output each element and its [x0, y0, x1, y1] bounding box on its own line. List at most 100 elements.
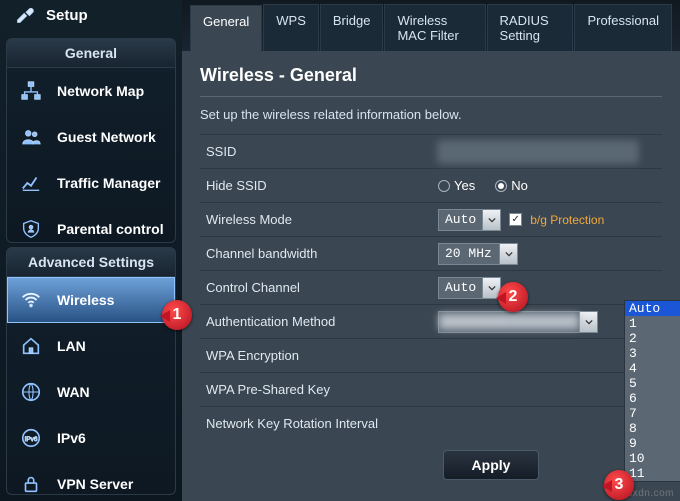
row-ssid: SSID — [200, 134, 662, 168]
tab-bar: General WPS Bridge Wireless MAC Filter R… — [182, 0, 680, 51]
bg-protection-label: b/g Protection — [530, 213, 604, 227]
chart-icon — [17, 170, 45, 196]
label-hide-ssid: Hide SSID — [206, 178, 438, 193]
dropdown-option[interactable]: 11 — [625, 466, 680, 481]
row-channel-bandwidth: Channel bandwidth 20 MHz — [200, 236, 662, 270]
ssid-input[interactable] — [438, 141, 638, 163]
authentication-method-select[interactable]: ········ — [438, 311, 598, 333]
sidebar-item-parental-control[interactable]: Parental control — [7, 206, 175, 243]
lock-icon — [17, 471, 45, 495]
row-network-key-rotation: Network Key Rotation Interval — [200, 406, 662, 440]
shield-icon — [17, 216, 45, 242]
label-network-key-rotation: Network Key Rotation Interval — [206, 416, 438, 431]
dropdown-option[interactable]: 3 — [625, 346, 680, 361]
sidebar-item-ipv6[interactable]: IPv6 IPv6 — [7, 415, 175, 461]
tab-wireless-mac-filter[interactable]: Wireless MAC Filter — [384, 4, 485, 51]
sidebar-item-wireless[interactable]: Wireless — [7, 277, 175, 323]
hide-ssid-no-radio[interactable]: No — [495, 178, 528, 193]
page-description: Set up the wireless related information … — [200, 107, 662, 122]
globe-icon — [17, 379, 45, 405]
label-channel-bandwidth: Channel bandwidth — [206, 246, 438, 261]
sidebar-item-wan[interactable]: WAN — [7, 369, 175, 415]
dropdown-option[interactable]: 7 — [625, 406, 680, 421]
label-ssid: SSID — [206, 144, 438, 159]
dropdown-option[interactable]: 10 — [625, 451, 680, 466]
wireless-mode-select[interactable]: Auto — [438, 209, 501, 231]
settings-panel: Wireless - General Set up the wireless r… — [182, 51, 680, 494]
annotation-marker-1: 1 — [162, 300, 192, 330]
dropdown-option[interactable]: 6 — [625, 391, 680, 406]
sidebar-item-label: Wireless — [57, 292, 114, 308]
hide-ssid-yes-radio[interactable]: Yes — [438, 178, 475, 193]
sidebar-item-network-map[interactable]: Network Map — [7, 68, 175, 114]
dropdown-option[interactable]: 5 — [625, 376, 680, 391]
svg-text:IPv6: IPv6 — [25, 435, 38, 442]
dropdown-option[interactable]: 9 — [625, 436, 680, 451]
sidebar-head-general: General — [7, 39, 175, 68]
sidebar-item-label: WAN — [57, 384, 90, 400]
tab-radius-setting[interactable]: RADIUS Setting — [487, 4, 574, 51]
label-authentication-method: Authentication Method — [206, 314, 438, 329]
radio-label: No — [511, 178, 528, 193]
sidebar-item-vpn-server[interactable]: VPN Server — [7, 461, 175, 495]
row-authentication-method: Authentication Method ········ — [200, 304, 662, 338]
select-value: Auto — [439, 280, 482, 295]
dropdown-option[interactable]: 4 — [625, 361, 680, 376]
main-panel: General WPS Bridge Wireless MAC Filter R… — [182, 0, 680, 501]
sidebar-setup-label: Setup — [46, 7, 88, 24]
radio-label: Yes — [454, 178, 475, 193]
dropdown-option[interactable]: 2 — [625, 331, 680, 346]
row-wireless-mode: Wireless Mode Auto ✓ b/g Protection — [200, 202, 662, 236]
sidebar-setup[interactable]: Setup — [6, 0, 176, 34]
apply-button[interactable]: Apply — [443, 450, 540, 480]
label-control-channel: Control Channel — [206, 280, 438, 295]
dropdown-option[interactable]: 8 — [625, 421, 680, 436]
dropdown-option[interactable]: 1 — [625, 316, 680, 331]
apply-row: Apply — [200, 440, 662, 480]
sidebar-item-lan[interactable]: LAN — [7, 323, 175, 369]
sidebar-section-general: General Network Map Guest Network Traffi… — [6, 38, 176, 243]
sidebar-item-label: IPv6 — [57, 430, 86, 446]
channel-bandwidth-select[interactable]: 20 MHz — [438, 243, 518, 265]
row-wpa-psk: WPA Pre-Shared Key — [200, 372, 662, 406]
annotation-marker-2: 2 — [498, 282, 528, 312]
label-wpa-encryption: WPA Encryption — [206, 348, 438, 363]
row-control-channel: Control Channel Auto — [200, 270, 662, 304]
sidebar-item-label: LAN — [57, 338, 86, 354]
select-value: 20 MHz — [439, 246, 499, 261]
control-channel-dropdown[interactable]: Auto 1 2 3 4 5 6 7 8 9 10 11 — [624, 300, 680, 482]
wifi-icon — [17, 287, 45, 313]
wrench-icon — [14, 4, 36, 26]
annotation-marker-3: 3 — [604, 470, 634, 500]
sidebar-section-advanced: Advanced Settings Wireless LAN WAN IPv6 … — [6, 247, 176, 495]
select-value: ········ — [439, 314, 579, 329]
chevron-down-icon — [482, 210, 500, 230]
sidebar-item-label: Guest Network — [57, 129, 156, 145]
sidebar-item-label: VPN Server — [57, 476, 133, 492]
row-wpa-encryption: WPA Encryption — [200, 338, 662, 372]
sitemap-icon — [17, 78, 45, 104]
bg-protection-checkbox[interactable]: ✓ — [509, 213, 522, 226]
row-hide-ssid: Hide SSID Yes No — [200, 168, 662, 202]
label-wpa-psk: WPA Pre-Shared Key — [206, 382, 438, 397]
chevron-down-icon — [579, 312, 597, 332]
sidebar-item-guest-network[interactable]: Guest Network — [7, 114, 175, 160]
select-value: Auto — [439, 212, 482, 227]
sidebar-item-label: Network Map — [57, 83, 144, 99]
sidebar-head-advanced: Advanced Settings — [7, 248, 175, 277]
tab-professional[interactable]: Professional — [574, 4, 672, 51]
sidebar-item-label: Traffic Manager — [57, 175, 160, 191]
chevron-down-icon — [499, 244, 517, 264]
label-wireless-mode: Wireless Mode — [206, 212, 438, 227]
ipv6-icon: IPv6 — [17, 425, 45, 451]
users-icon — [17, 124, 45, 150]
sidebar: Setup General Network Map Guest Network … — [0, 0, 182, 501]
home-icon — [17, 333, 45, 359]
tab-wps[interactable]: WPS — [263, 4, 319, 51]
sidebar-item-label: Parental control — [57, 221, 164, 237]
sidebar-item-traffic-manager[interactable]: Traffic Manager — [7, 160, 175, 206]
dropdown-option[interactable]: Auto — [625, 301, 680, 316]
tab-general[interactable]: General — [190, 5, 262, 52]
page-title: Wireless - General — [200, 65, 662, 97]
tab-bridge[interactable]: Bridge — [320, 4, 384, 51]
